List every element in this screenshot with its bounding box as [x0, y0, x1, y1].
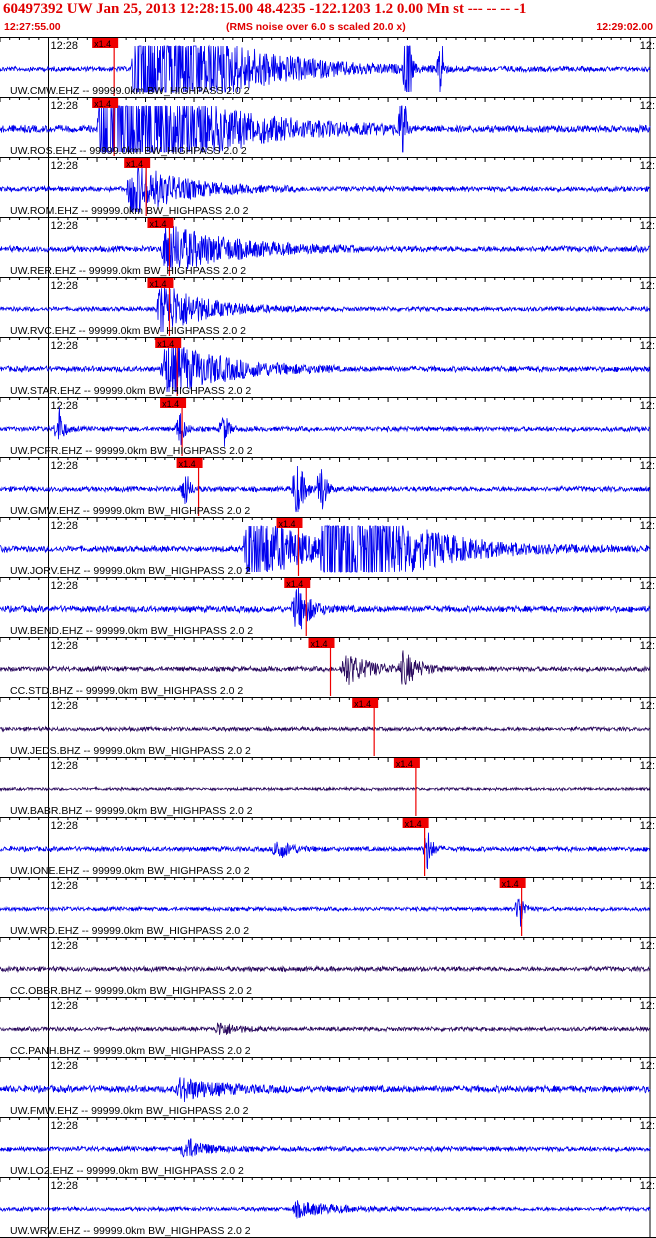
minute-label: 12:28: [51, 1180, 79, 1192]
waveform-trace: [0, 785, 651, 792]
minute-label: 12:28: [51, 520, 79, 532]
pick-label: x1.4: [311, 639, 328, 649]
event-title: 60497392 UW Jan 25, 2013 12:28:15.00 48.…: [3, 1, 527, 17]
minute-label: 12:28: [51, 1000, 79, 1012]
station-label: UW.BEND.EHZ -- 99999.0km BW_HIGHPASS 2.0…: [10, 625, 253, 637]
end-time: 12:29:02.00: [596, 21, 653, 33]
station-label: UW.WRD.EHZ -- 99999.0km BW_HIGHPASS 2.0 …: [10, 925, 249, 937]
right-time-label: 12:: [640, 1000, 655, 1012]
minute-label: 12:28: [51, 760, 79, 772]
minute-label: 12:28: [51, 160, 79, 172]
minute-label: 12:28: [51, 880, 79, 892]
waveform-trace: [0, 585, 651, 630]
station-label: UW.IONE.EHZ -- 99999.0km BW_HIGHPASS 2.0…: [10, 865, 250, 877]
minute-label: 12:28: [51, 700, 79, 712]
seismogram-panel: 12:28 12: x1.4 UW.CMW.EHZ -- 99999.0km BW_H…: [0, 37, 656, 1238]
station-label: CC.STD.BHZ -- 99999.0km BW_HIGHPASS 2.0 …: [10, 685, 243, 697]
station-label: UW.FMW.EHZ -- 99999.0km BW_HIGHPASS 2.0 …: [10, 1105, 249, 1117]
pick-label: x1.4: [94, 39, 111, 49]
station-label: UW.LO2.EHZ -- 99999.0km BW_HIGHPASS 2.0 …: [10, 1165, 244, 1177]
station-label: UW.WRW.EHZ -- 99999.0km BW_HIGHPASS 2.0 …: [10, 1225, 251, 1237]
right-time-label: 12:: [640, 280, 655, 292]
waveform-trace: [0, 832, 651, 870]
right-time-label: 12:: [640, 520, 655, 532]
station-label: UW.ROS.EHZ -- 99999.0km BW_HIGHPASS 2.0 …: [10, 145, 247, 157]
right-time-label: 12:: [640, 820, 655, 832]
station-label: UW.PCFR.EHZ -- 99999.0km BW_HIGHPASS 2.0…: [10, 445, 253, 457]
station-label: CC.PANH.BHZ -- 99999.0km BW_HIGHPASS 2.0…: [10, 1045, 251, 1057]
start-time: 12:27:55.00: [4, 21, 61, 33]
pick-label: x1.4: [286, 579, 303, 589]
pick-label: x1.4: [149, 219, 166, 229]
waveform-trace: [0, 964, 651, 974]
right-time-label: 12:: [640, 460, 655, 472]
waveform-trace: [0, 650, 651, 685]
station-label: UW.JEDS.BHZ -- 99999.0km BW_HIGHPASS 2.0…: [10, 745, 251, 757]
right-time-label: 12:: [640, 640, 655, 652]
minute-label: 12:28: [51, 640, 79, 652]
right-time-label: 12:: [640, 340, 655, 352]
header: 60497392 UW Jan 25, 2013 12:28:15.00 48.…: [0, 0, 656, 37]
right-time-label: 12:: [640, 1180, 655, 1192]
right-time-label: 12:: [640, 580, 655, 592]
right-time-label: 12:: [640, 1060, 655, 1072]
station-label: UW.STAR.EHZ -- 99999.0km BW_HIGHPASS 2.0…: [10, 385, 251, 397]
right-time-label: 12:: [640, 220, 655, 232]
waveform-trace: [0, 225, 650, 270]
pick-label: x1.4: [405, 819, 422, 829]
waveform-trace: [0, 407, 651, 447]
station-label: CC.OBBR.BHZ -- 99999.0km BW_HIGHPASS 2.0…: [10, 985, 252, 997]
pick-label: x1.4: [502, 879, 519, 889]
station-label: UW.GMW.EHZ -- 99999.0km BW_HIGHPASS 2.0 …: [10, 505, 250, 517]
right-time-label: 12:: [640, 880, 655, 892]
right-time-label: 12:: [640, 700, 655, 712]
station-label: UW.BABR.BHZ -- 99999.0km BW_HIGHPASS 2.0…: [10, 805, 253, 817]
station-label: UW.ROM.EHZ -- 99999.0km BW_HIGHPASS 2.0 …: [10, 205, 249, 217]
minute-label: 12:28: [51, 400, 79, 412]
pick-label: x1.4: [157, 339, 174, 349]
right-time-label: 12:: [640, 400, 655, 412]
waveform-trace: [0, 898, 651, 927]
minute-label: 12:28: [51, 1120, 79, 1132]
waveform-trace: [0, 1200, 651, 1219]
right-time-label: 12:: [640, 160, 655, 172]
right-time-label: 12:: [640, 100, 655, 112]
station-label: UW.JORV.EHZ -- 99999.0km BW_HIGHPASS 2.0…: [10, 565, 251, 577]
station-label: UW.RER.EHZ -- 99999.0km BW_HIGHPASS 2.0 …: [10, 265, 246, 277]
minute-label: 12:28: [51, 280, 79, 292]
waveform-trace: [0, 1022, 651, 1035]
pick-label: x1.4: [94, 99, 111, 109]
minute-label: 12:28: [51, 100, 79, 112]
minute-label: 12:28: [51, 940, 79, 952]
pick-label: x1.4: [354, 699, 371, 709]
minute-label: 12:28: [51, 1060, 79, 1072]
pick-label: x1.4: [162, 399, 179, 409]
right-time-label: 12:: [640, 760, 655, 772]
pick-label: x1.4: [278, 519, 295, 529]
minute-label: 12:28: [51, 460, 79, 472]
minute-label: 12:28: [51, 220, 79, 232]
rms-note: (RMS noise over 6.0 s scaled 20.0 x): [226, 21, 406, 33]
pick-label: x1.4: [396, 759, 413, 769]
right-time-label: 12:: [640, 1120, 655, 1132]
minute-label: 12:28: [51, 580, 79, 592]
pick-label: x1.4: [149, 279, 166, 289]
waveform-trace: [0, 1138, 651, 1158]
minute-label: 12:28: [51, 820, 79, 832]
minute-label: 12:28: [51, 40, 79, 52]
right-time-label: 12:: [640, 40, 655, 52]
right-time-label: 12:: [640, 940, 655, 952]
pick-label: x1.4: [179, 459, 196, 469]
station-label: UW.CMW.EHZ -- 99999.0km BW_HIGHPASS 2.0 …: [10, 85, 250, 97]
station-label: UW.RVC.EHZ -- 99999.0km BW_HIGHPASS 2.0 …: [10, 325, 246, 337]
waveform-trace: [0, 1077, 651, 1103]
pick-label: x1.4: [126, 159, 143, 169]
minute-label: 12:28: [51, 340, 79, 352]
waveform-trace: [0, 725, 651, 733]
